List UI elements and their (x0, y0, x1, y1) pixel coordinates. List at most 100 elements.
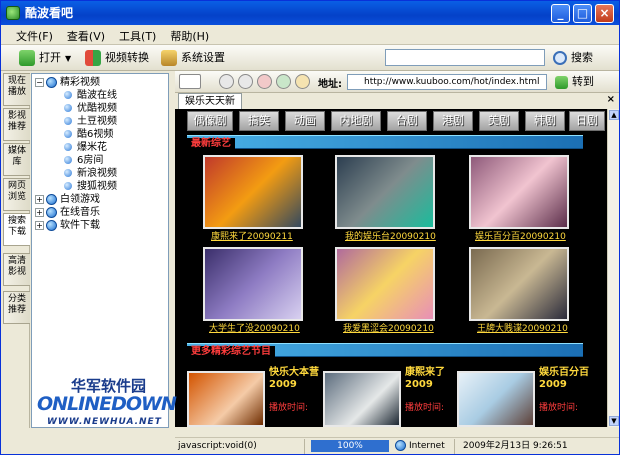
tree-item[interactable]: 土豆视频 (64, 115, 117, 128)
video-title[interactable]: 娱乐百分百2009 (539, 367, 589, 391)
refresh-icon[interactable] (276, 74, 291, 89)
close-button[interactable]: × (595, 4, 614, 23)
forward-icon[interactable] (238, 74, 253, 89)
tree-node[interactable]: + 白领游戏 (35, 193, 100, 206)
vertical-scrollbar[interactable]: ▲ ▼ (607, 109, 619, 427)
search-button[interactable]: 搜索 (553, 48, 593, 68)
channel-icon (64, 143, 72, 151)
scroll-down-icon[interactable]: ▼ (609, 416, 619, 426)
go-icon (555, 75, 568, 89)
cat-korea[interactable]: 韩剧 (525, 111, 565, 131)
close-tab-icon[interactable]: × (607, 94, 615, 105)
tab-entertainment[interactable]: 娱乐天天新 (178, 93, 242, 109)
tree-item[interactable]: 爆米花 (64, 141, 107, 154)
video-caption[interactable]: 王牌大贱谍20090210 (477, 323, 568, 335)
settings-button[interactable]: 系统设置 (161, 48, 225, 68)
go-button[interactable]: 转到 (555, 72, 594, 92)
cat-us[interactable]: 美剧 (479, 111, 519, 131)
globe-icon (46, 193, 57, 205)
tree-root[interactable]: − 精彩视频 (35, 76, 100, 89)
dropdown-arrow-icon[interactable]: ▼ (65, 54, 71, 63)
cat-japan[interactable]: 日剧 (569, 111, 605, 131)
cat-comedy[interactable]: 搞笑 (239, 111, 279, 131)
scroll-up-icon[interactable]: ▲ (609, 110, 619, 120)
video-thumbnail[interactable] (457, 371, 535, 427)
section-more: 更多精彩综艺节目 (187, 343, 583, 358)
video-thumbnail[interactable] (203, 247, 303, 321)
video-thumbnail[interactable] (323, 371, 401, 427)
left-tab-now-playing[interactable]: 现在播放 (3, 73, 30, 106)
tree-item[interactable]: 酷波在线 (64, 89, 117, 102)
tree-item[interactable]: 优酷视频 (64, 102, 117, 115)
video-caption[interactable]: 我的娱乐台20090210 (345, 231, 436, 243)
channel-icon (64, 169, 72, 177)
video-thumbnail[interactable] (187, 371, 265, 427)
left-tab-category[interactable]: 分类推荐 (3, 291, 30, 324)
title-bar: 酷波看吧 _ □ × (1, 1, 619, 25)
video-thumbnail[interactable] (469, 247, 569, 321)
cat-anime[interactable]: 动画 (285, 111, 325, 131)
video-thumbnail[interactable] (335, 155, 435, 229)
tree-item[interactable]: 酷6视频 (64, 128, 113, 141)
channel-icon (64, 182, 72, 190)
menu-file[interactable]: 文件(F) (9, 25, 60, 47)
watermark-logo: 华军软件园 ONLINEDOWN WWW.NEWHUA.NET (37, 373, 177, 439)
convert-label: 视频转换 (105, 51, 149, 64)
expand-icon[interactable]: + (35, 207, 44, 217)
video-thumbnail[interactable] (203, 155, 303, 229)
maximize-button[interactable]: □ (573, 4, 592, 23)
left-tab-library[interactable]: 媒体库 (3, 143, 30, 176)
channel-icon (64, 91, 72, 99)
progress-bar: 100% (311, 440, 389, 452)
status-datetime: 2009年2月13日 9:26:51 (463, 441, 568, 451)
status-text: javascript:void(0) (175, 439, 305, 454)
video-caption[interactable]: 娱乐百分百20090210 (475, 231, 566, 243)
play-time-label: 播放时间: (405, 403, 445, 413)
address-bar[interactable]: http://www.kuuboo.com/hot/index.html (347, 74, 547, 90)
left-tab-search-download[interactable]: 搜索下载 (3, 213, 30, 246)
video-title[interactable]: 快乐大本营2009 (269, 367, 319, 391)
app-logo-icon (6, 6, 20, 20)
video-caption[interactable]: 我爱黑涩会20090210 (343, 323, 434, 335)
address-label: 地址: (318, 79, 342, 90)
cat-hongkong[interactable]: 港剧 (433, 111, 473, 131)
video-caption[interactable]: 大学生了没20090210 (209, 323, 300, 335)
tree-item[interactable]: 6房间 (64, 154, 103, 167)
tree-item[interactable]: 新浪视频 (64, 167, 117, 180)
left-tab-recommend[interactable]: 影视推荐 (3, 108, 30, 141)
expand-icon[interactable]: + (35, 220, 44, 230)
menu-tools[interactable]: 工具(T) (112, 25, 163, 47)
video-thumbnail[interactable] (335, 247, 435, 321)
open-button[interactable]: 打开 ▼ (19, 48, 71, 68)
channel-icon (64, 104, 72, 112)
app-window: 酷波看吧 _ □ × 文件(F) 查看(V) 工具(T) 帮助(H) 打开 ▼ 视频转换… (0, 0, 620, 455)
cat-idol[interactable]: 偶像剧 (187, 111, 233, 131)
browser-nav-bar: 地址: http://www.kuuboo.com/hot/index.html… (175, 71, 619, 93)
back-icon[interactable] (219, 74, 234, 89)
video-caption[interactable]: 康熙来了20090211 (211, 231, 293, 243)
left-tab-hd[interactable]: 高清影视 (3, 253, 30, 286)
search-input[interactable] (385, 49, 545, 66)
minimize-button[interactable]: _ (551, 4, 570, 23)
video-title[interactable]: 康熙来了2009 (405, 367, 453, 391)
cat-mainland[interactable]: 内地剧 (331, 111, 381, 131)
stop-icon[interactable] (257, 74, 272, 89)
new-page-icon[interactable] (179, 74, 201, 89)
collapse-icon[interactable]: − (35, 77, 44, 87)
tree-item[interactable]: 搜狐视频 (64, 180, 117, 193)
video-thumbnail[interactable] (469, 155, 569, 229)
left-tab-browse[interactable]: 网页浏览 (3, 178, 30, 211)
left-tab-strip: 现在播放 影视推荐 媒体库 网页浏览 搜索下载 高清影视 分类推荐 (3, 73, 30, 428)
expand-icon[interactable]: + (35, 194, 44, 204)
menu-view[interactable]: 查看(V) (60, 25, 112, 47)
menu-help[interactable]: 帮助(H) (163, 25, 216, 47)
status-bar: javascript:void(0) 100% Internet 2009年2月… (175, 437, 619, 454)
tree-node[interactable]: + 在线音乐 (35, 206, 100, 219)
watermark-url: WWW.NEWHUA.NET (47, 417, 162, 427)
convert-button[interactable]: 视频转换 (85, 48, 149, 68)
tree-node[interactable]: + 软件下载 (35, 219, 100, 232)
convert-icon (85, 50, 101, 66)
cat-taiwan[interactable]: 台剧 (387, 111, 427, 131)
home-icon[interactable] (295, 74, 310, 89)
watermark-brand: ONLINEDOWN (37, 393, 177, 415)
